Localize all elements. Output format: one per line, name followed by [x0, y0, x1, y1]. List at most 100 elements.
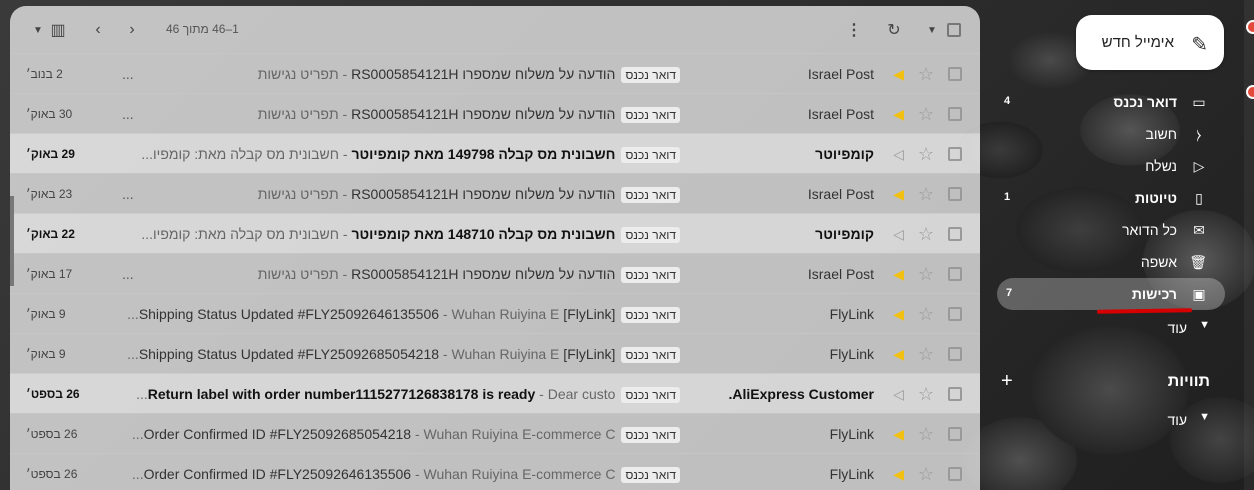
important-marker-icon[interactable]: ◀ [893, 454, 904, 490]
email-list: ☆ ◀ Israel Post דואר נכנס הודעה על משלוח … [10, 53, 980, 490]
chevron-right-icon[interactable]: › [86, 18, 110, 42]
important-marker-icon[interactable]: ◁ [893, 134, 904, 174]
sidebar-item-5[interactable]: 🗑 אשפה [995, 246, 1225, 278]
inbox-label-chip[interactable]: דואר נכנס [621, 387, 680, 404]
inbox-icon: ▭ [1192, 94, 1206, 110]
row-checkbox[interactable] [948, 267, 962, 281]
email-row[interactable]: ☆ ◁ AliExpress Customer. דואר נכנס Return… [10, 373, 980, 413]
sidebar-item-2[interactable]: ▷ נשלח [995, 150, 1225, 182]
plus-icon[interactable]: + [1001, 370, 1013, 393]
sidebar-item-4[interactable]: ✉ כל הדואר [995, 214, 1225, 246]
star-icon[interactable]: ☆ [918, 94, 934, 134]
email-row[interactable]: ☆ ◀ Israel Post דואר נכנס הודעה על משלוח … [10, 53, 980, 93]
email-row[interactable]: ☆ ◀ Israel Post דואר נכנס הודעה על משלוח … [10, 173, 980, 213]
star-icon[interactable]: ☆ [918, 214, 934, 254]
email-sender: קומפיוטר [815, 226, 874, 242]
email-row[interactable]: ☆ ◀ Israel Post דואר נכנס הודעה על משלוח … [10, 253, 980, 293]
labels-title: תוויות [1167, 373, 1210, 390]
sidebar-item-0[interactable]: ▭ דואר נכנס 4 [995, 86, 1225, 118]
sidebar-item-1[interactable]: ⧼ חשוב [995, 118, 1225, 150]
important-marker-icon[interactable]: ◀ [893, 174, 904, 214]
email-content: דואר נכנס[FlyLink] Shipping Status Updat… [120, 334, 680, 374]
row-checkbox[interactable] [948, 307, 962, 321]
star-icon[interactable]: ☆ [918, 294, 934, 334]
select-dropdown-caret-icon[interactable]: ▼ [920, 18, 944, 42]
row-checkbox[interactable] [948, 187, 962, 201]
compose-button[interactable]: ✎ אימייל חדש [1076, 15, 1224, 70]
sidebar-item-6[interactable]: ▣ רכישות 7 [997, 278, 1225, 310]
important-marker-icon[interactable]: ◁ [893, 374, 904, 414]
select-all-checkbox[interactable] [942, 18, 966, 42]
labels-more-toggle[interactable]: ▼ עוד [995, 408, 1225, 432]
email-date: 22 באוק׳ [26, 227, 75, 241]
email-subject: הודעה על משלוח שמספרו RS0005854121H [351, 266, 616, 282]
inbox-label-chip[interactable]: דואר נכנס [621, 107, 680, 124]
inbox-label-chip[interactable]: דואר נכנס [621, 427, 680, 444]
app-badge-icon[interactable] [1246, 85, 1254, 99]
star-icon[interactable]: ☆ [918, 174, 934, 214]
star-icon[interactable]: ☆ [918, 334, 934, 374]
important-marker-icon[interactable]: ◀ [893, 254, 904, 294]
sidebar-more-toggle[interactable]: ▼ עוד [995, 316, 1225, 340]
refresh-icon[interactable]: ↻ [882, 18, 906, 42]
chevron-down-icon: ▼ [1199, 411, 1210, 423]
email-row[interactable]: ☆ ◀ Israel Post דואר נכנס הודעה על משלוח … [10, 93, 980, 133]
sidebar-item-3[interactable]: ▯ טיוטות 1 [995, 182, 1225, 214]
star-icon[interactable]: ☆ [918, 134, 934, 174]
row-checkbox[interactable] [948, 107, 962, 121]
row-checkbox[interactable] [948, 467, 962, 481]
email-content: דואר נכנס חשבונית מס קבלה 148710 מאת קומפ… [120, 214, 680, 254]
separator: - [342, 66, 348, 82]
pencil-icon: ✎ [1191, 34, 1208, 56]
star-icon[interactable]: ☆ [918, 374, 934, 414]
row-checkbox[interactable] [948, 347, 962, 361]
sidebar-item-count: 7 [1006, 287, 1013, 299]
star-icon[interactable]: ☆ [918, 254, 934, 294]
inbox-label-chip[interactable]: דואר נכנס [621, 147, 680, 164]
row-checkbox[interactable] [948, 147, 962, 161]
important-marker-icon[interactable]: ◀ [893, 414, 904, 454]
row-checkbox[interactable] [948, 387, 962, 401]
important-marker-icon[interactable]: ◀ [893, 94, 904, 134]
email-snippet: תפריט נגישות [257, 266, 339, 282]
email-row[interactable]: ☆ ◁ קומפיוטר דואר נכנס חשבונית מס קבלה 14… [10, 133, 980, 173]
important-marker-icon[interactable]: ◁ [893, 214, 904, 254]
email-row[interactable]: ☆ ◀ FlyLink דואר נכנס Order Confirmed ID … [10, 453, 980, 490]
email-subject: הודעה על משלוח שמספרו RS0005854121H [351, 106, 616, 122]
email-row[interactable]: ☆ ◀ FlyLink דואר נכנס Order Confirmed ID … [10, 413, 980, 453]
sidebar-item-label: דואר נכנס [1113, 94, 1177, 110]
density-caret-icon[interactable]: ▼ [26, 18, 50, 42]
chevron-left-icon[interactable]: ‹ [120, 18, 144, 42]
inbox-label-chip[interactable]: דואר נכנס [621, 467, 680, 484]
app-badge-icon[interactable] [1246, 20, 1254, 34]
sidebar-item-label: כל הדואר [1122, 222, 1177, 238]
important-marker-icon[interactable]: ◀ [893, 54, 904, 94]
email-content: דואר נכנס חשבונית מס קבלה 149798 מאת קומפ… [120, 134, 680, 174]
sidebar-more-label: עוד [1167, 320, 1187, 336]
inbox-label-chip[interactable]: דואר נכנס [621, 307, 680, 324]
email-content: דואר נכנס Return label with order number1… [120, 374, 680, 414]
row-checkbox[interactable] [948, 67, 962, 81]
more-vert-icon[interactable]: ⋮ [842, 18, 866, 42]
inbox-label-chip[interactable]: דואר נכנס [621, 267, 680, 284]
red-underline-annotation [1096, 308, 1193, 314]
compose-label: אימייל חדש [1101, 34, 1174, 51]
inbox-label-chip[interactable]: דואר נכנס [621, 187, 680, 204]
scroll-edge[interactable] [10, 196, 14, 286]
email-row[interactable]: ☆ ◀ FlyLink דואר נכנס[FlyLink] Shipping … [10, 293, 980, 333]
important-marker-icon[interactable]: ◀ [893, 294, 904, 334]
email-row[interactable]: ☆ ◀ FlyLink דואר נכנס[FlyLink] Shipping … [10, 333, 980, 373]
row-checkbox[interactable] [948, 427, 962, 441]
row-checkbox[interactable] [948, 227, 962, 241]
email-row[interactable]: ☆ ◁ קומפיוטר דואר נכנס חשבונית מס קבלה 14… [10, 213, 980, 253]
star-icon[interactable]: ☆ [918, 54, 934, 94]
inbox-label-chip[interactable]: דואר נכנס [621, 227, 680, 244]
important-marker-icon[interactable]: ◀ [893, 334, 904, 374]
inbox-label-chip[interactable]: דואר נכנס [621, 67, 680, 84]
inbox-label-chip[interactable]: דואר נכנס [621, 347, 680, 364]
star-icon[interactable]: ☆ [918, 414, 934, 454]
trash-icon: 🗑 [1189, 254, 1207, 270]
email-sender: Israel Post [807, 66, 874, 82]
star-icon[interactable]: ☆ [918, 454, 934, 490]
email-subject: הודעה על משלוח שמספרו RS0005854121H [351, 66, 616, 82]
